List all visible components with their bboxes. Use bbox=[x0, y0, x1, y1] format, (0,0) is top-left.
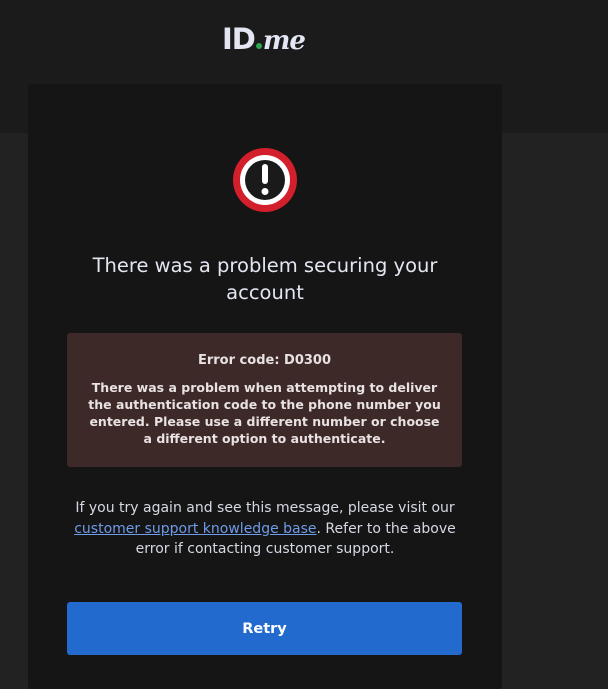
error-message: There was a problem when attempting to d… bbox=[88, 380, 441, 446]
error-code: Error code: D0300 bbox=[197, 353, 332, 368]
logo-id-text: ID bbox=[222, 22, 256, 56]
logo-me-text: me bbox=[262, 26, 306, 56]
page-title: There was a problem securing your accoun… bbox=[92, 254, 438, 304]
idme-logo: ID me bbox=[222, 22, 306, 56]
support-knowledge-base-link[interactable]: customer support knowledge base bbox=[74, 521, 316, 537]
help-text: If you try again and see this message, p… bbox=[72, 498, 458, 560]
error-card: There was a problem securing your accoun… bbox=[28, 84, 502, 689]
logo-dot bbox=[255, 43, 262, 49]
error-box: Error code: D0300 There was a problem wh… bbox=[67, 333, 462, 467]
retry-button[interactable]: Retry bbox=[67, 602, 462, 655]
help-text-before: If you try again and see this message, p… bbox=[75, 500, 455, 516]
exclamation-circle-icon bbox=[232, 147, 298, 213]
